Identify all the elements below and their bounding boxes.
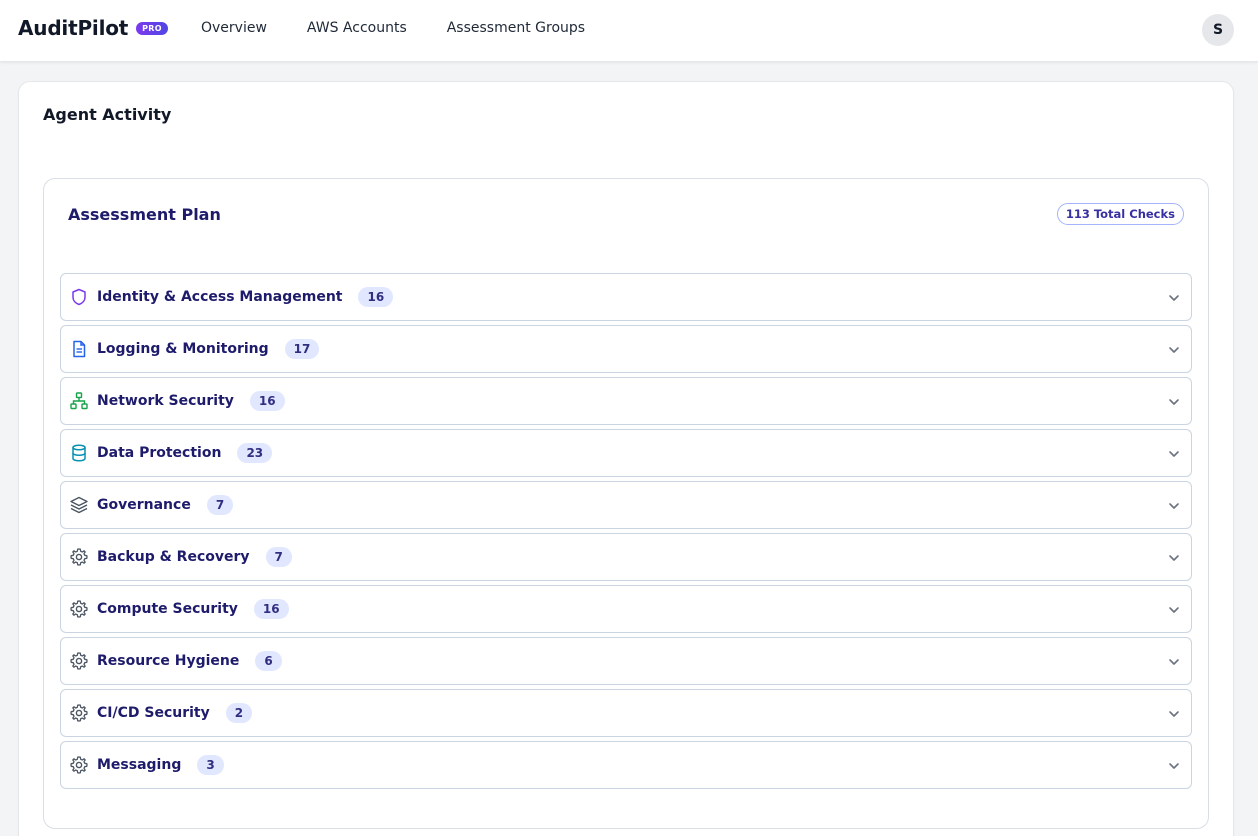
nav-assessment-groups[interactable]: Assessment Groups	[447, 20, 585, 36]
chevron-down-icon[interactable]	[1167, 550, 1181, 564]
chevron-down-icon[interactable]	[1167, 290, 1181, 304]
total-checks-badge: 113 Total Checks	[1056, 203, 1184, 225]
category-count-badge: 17	[284, 339, 320, 359]
shield-icon	[69, 287, 89, 307]
brand[interactable]: AuditPilot PRO	[18, 16, 168, 40]
category-label: Backup & Recovery	[97, 549, 250, 565]
category-row-governance[interactable]: Governance 7	[60, 481, 1192, 529]
category-row-compute-security[interactable]: Compute Security 16	[60, 585, 1192, 633]
category-count-badge: 16	[358, 287, 394, 307]
assessment-plan-panel: Assessment Plan 113 Total Checks Identit…	[43, 178, 1209, 829]
category-row-logging-monitoring[interactable]: Logging & Monitoring 17	[60, 325, 1192, 373]
category-row-data-protection[interactable]: Data Protection 23	[60, 429, 1192, 477]
top-navbar: AuditPilot PRO Overview AWS Accounts Ass…	[0, 0, 1258, 62]
category-label: Resource Hygiene	[97, 653, 240, 669]
category-count-badge: 16	[253, 599, 289, 619]
category-count-badge: 23	[237, 443, 273, 463]
chevron-down-icon[interactable]	[1167, 706, 1181, 720]
category-row-messaging[interactable]: Messaging 3	[60, 741, 1192, 789]
nav-overview[interactable]: Overview	[201, 20, 267, 36]
category-label: Governance	[97, 497, 191, 513]
chevron-down-icon[interactable]	[1167, 342, 1181, 356]
gear-icon	[69, 755, 89, 775]
assessment-plan-title: Assessment Plan	[68, 205, 221, 224]
category-row-ci-cd-security[interactable]: CI/CD Security 2	[60, 689, 1192, 737]
category-list: Identity & Access Management 16 Logging & …	[60, 273, 1192, 793]
category-label: Network Security	[97, 393, 234, 409]
category-count-badge: 3	[197, 755, 224, 775]
chevron-down-icon[interactable]	[1167, 654, 1181, 668]
category-label: CI/CD Security	[97, 705, 210, 721]
category-label: Compute Security	[97, 601, 238, 617]
category-count-badge: 7	[265, 547, 292, 567]
network-icon	[69, 391, 89, 411]
document-icon	[69, 339, 89, 359]
category-count-badge: 2	[225, 703, 253, 723]
layers-icon	[69, 495, 89, 515]
database-icon	[69, 443, 89, 463]
pro-badge: PRO	[136, 21, 168, 35]
category-count-badge: 6	[255, 651, 282, 671]
chevron-down-icon[interactable]	[1167, 498, 1181, 512]
category-row-backup-recovery[interactable]: Backup & Recovery 7	[60, 533, 1192, 581]
category-row-network-security[interactable]: Network Security 16	[60, 377, 1192, 425]
category-label: Messaging	[97, 757, 182, 773]
category-label: Identity & Access Management	[97, 289, 343, 305]
gear-icon	[69, 703, 89, 723]
user-avatar[interactable]: S	[1202, 14, 1234, 46]
category-label: Data Protection	[97, 445, 222, 461]
chevron-down-icon[interactable]	[1167, 758, 1181, 772]
brand-name[interactable]: AuditPilot	[18, 16, 128, 40]
chevron-down-icon[interactable]	[1167, 394, 1181, 408]
gear-icon	[69, 599, 89, 619]
category-row-identity-access-management[interactable]: Identity & Access Management 16	[60, 273, 1192, 321]
category-count-badge: 7	[206, 495, 234, 515]
page-title: Agent Activity	[43, 105, 172, 124]
category-count-badge: 16	[249, 391, 285, 411]
category-row-resource-hygiene[interactable]: Resource Hygiene 6	[60, 637, 1192, 685]
chevron-down-icon[interactable]	[1167, 602, 1181, 616]
nav-aws-accounts[interactable]: AWS Accounts	[307, 20, 407, 36]
gear-icon	[69, 651, 89, 671]
main-nav: Overview AWS Accounts Assessment Groups	[201, 20, 625, 36]
agent-activity-card: Agent Activity Assessment Plan 113 Total…	[18, 81, 1234, 836]
category-label: Logging & Monitoring	[97, 341, 269, 357]
chevron-down-icon[interactable]	[1167, 446, 1181, 460]
gear-icon	[69, 547, 89, 567]
